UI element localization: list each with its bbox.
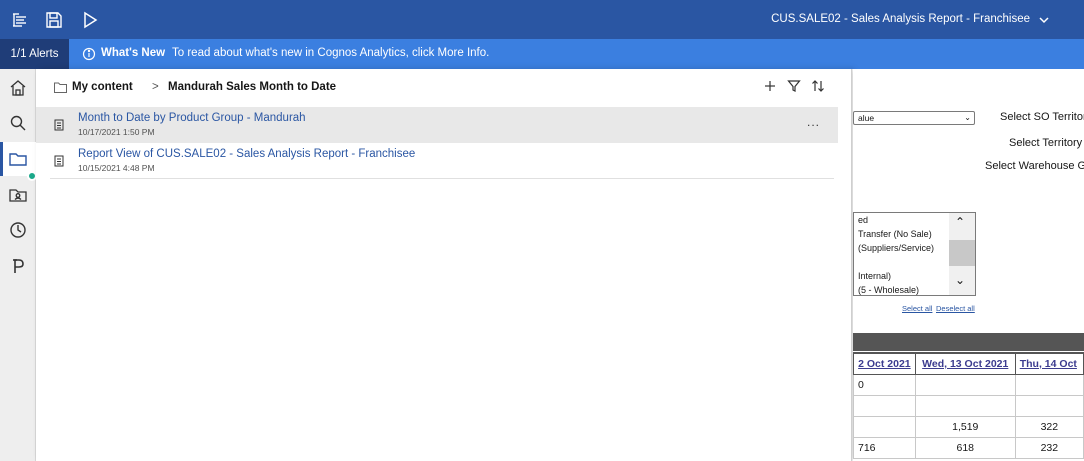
list-item[interactable]: Month to Date by Product Group - Mandura… xyxy=(36,107,838,143)
item-name[interactable]: Report View of CUS.SALE02 - Sales Analys… xyxy=(78,148,415,160)
more-options-button[interactable]: ... xyxy=(807,115,820,129)
report-listbox[interactable]: ed Transfer (No Sale) (Suppliers/Service… xyxy=(853,212,976,296)
nav-team-content[interactable] xyxy=(0,178,36,212)
item-date: 10/17/2021 1:50 PM xyxy=(78,127,155,137)
list-option[interactable]: Internal) xyxy=(858,271,891,281)
folder-small-icon xyxy=(54,82,67,93)
select-warehouse-label: Select Warehouse G xyxy=(985,160,1084,172)
alert-heading: What's New xyxy=(101,47,166,59)
list-option[interactable]: (Suppliers/Service) xyxy=(858,243,934,253)
item-date: 10/15/2021 4:48 PM xyxy=(78,163,155,173)
folder-icon xyxy=(9,153,27,166)
alert-bar: 1/1 Alerts What's New To read about what… xyxy=(0,39,1084,69)
team-content-icon xyxy=(9,189,27,202)
item-name[interactable]: Month to Date by Product Group - Mandura… xyxy=(78,112,306,124)
menu-tree-icon[interactable] xyxy=(10,10,30,30)
recent-icon xyxy=(10,222,26,238)
filter-icon[interactable] xyxy=(787,79,803,97)
add-icon[interactable] xyxy=(763,79,779,97)
select-all-link[interactable]: Select all xyxy=(902,304,932,313)
nav-home[interactable] xyxy=(0,71,36,105)
deselect-all-link[interactable]: Deselect all xyxy=(936,304,975,313)
table-cell xyxy=(914,394,1016,417)
nav-search[interactable] xyxy=(0,106,36,140)
table-cell: 1,519 xyxy=(914,415,1016,438)
alerts-count-button[interactable]: 1/1 Alerts xyxy=(0,39,69,69)
table-cell: 716 xyxy=(853,436,916,459)
table-cell: 232 xyxy=(1014,436,1084,459)
list-option[interactable]: Transfer (No Sale) xyxy=(858,229,932,239)
list-option[interactable]: (5 - Wholesale) xyxy=(858,285,919,295)
app-header: CUS.SALE02 - Sales Analysis Report - Fra… xyxy=(0,0,1084,39)
scroll-up-icon[interactable]: ⌃ xyxy=(955,215,965,229)
content-list: Month to Date by Product Group - Mandura… xyxy=(36,107,838,179)
table-cell xyxy=(853,415,916,438)
table-cell xyxy=(914,373,1016,396)
table-cell xyxy=(1014,394,1084,417)
p-icon xyxy=(13,259,24,273)
column-header[interactable]: Wed, 13 Oct 2021 xyxy=(914,352,1016,375)
select-value: alue xyxy=(858,113,875,123)
column-header[interactable]: 2 Oct 2021 xyxy=(853,352,916,375)
left-nav xyxy=(0,69,37,461)
nav-recent[interactable] xyxy=(0,213,36,247)
table-cell: 0 xyxy=(853,373,916,396)
breadcrumb-current: Mandurah Sales Month to Date xyxy=(168,81,337,93)
table-cell xyxy=(1014,373,1084,396)
report-icon xyxy=(54,155,64,167)
home-icon xyxy=(10,80,26,96)
chevron-down-icon[interactable] xyxy=(1038,14,1050,26)
table-cell xyxy=(853,394,916,417)
table-cell: 322 xyxy=(1014,415,1084,438)
chevron-down-icon: ⌄ xyxy=(964,113,971,122)
list-item[interactable]: Report View of CUS.SALE02 - Sales Analys… xyxy=(50,143,834,179)
scroll-down-icon[interactable]: ⌄ xyxy=(955,273,965,287)
report-title[interactable]: CUS.SALE02 - Sales Analysis Report - Fra… xyxy=(771,13,1030,25)
info-icon xyxy=(82,47,96,61)
content-panel: My content > Mandurah Sales Month to Dat… xyxy=(36,69,852,461)
run-icon[interactable] xyxy=(80,10,100,30)
nav-p[interactable] xyxy=(0,249,36,283)
alert-message[interactable]: To read about what's new in Cognos Analy… xyxy=(172,47,489,59)
scroll-thumb[interactable] xyxy=(949,240,975,266)
report-view: alue ⌄ Select SO Territor Select Territo… xyxy=(853,69,1084,461)
report-value-select[interactable]: alue ⌄ xyxy=(853,111,975,125)
report-icon xyxy=(54,119,64,131)
column-header[interactable]: Thu, 14 Oct xyxy=(1014,352,1084,375)
report-table: 2 Oct 2021 Wed, 13 Oct 2021 Thu, 14 Oct … xyxy=(853,352,1084,459)
listbox-scrollbar[interactable]: ⌃ ⌄ xyxy=(949,213,975,295)
report-header-band xyxy=(853,333,1084,351)
breadcrumb-root[interactable]: My content xyxy=(72,81,133,93)
save-icon[interactable] xyxy=(44,10,64,30)
select-territory-label: Select Territory xyxy=(1009,137,1083,149)
sort-icon[interactable] xyxy=(811,79,827,97)
breadcrumb-separator: > xyxy=(152,81,159,93)
list-option[interactable]: ed xyxy=(858,215,868,225)
table-cell: 618 xyxy=(914,436,1016,459)
search-icon xyxy=(10,115,26,131)
select-so-territory-label: Select SO Territor xyxy=(1000,111,1084,123)
panel-toolbar xyxy=(763,79,831,97)
